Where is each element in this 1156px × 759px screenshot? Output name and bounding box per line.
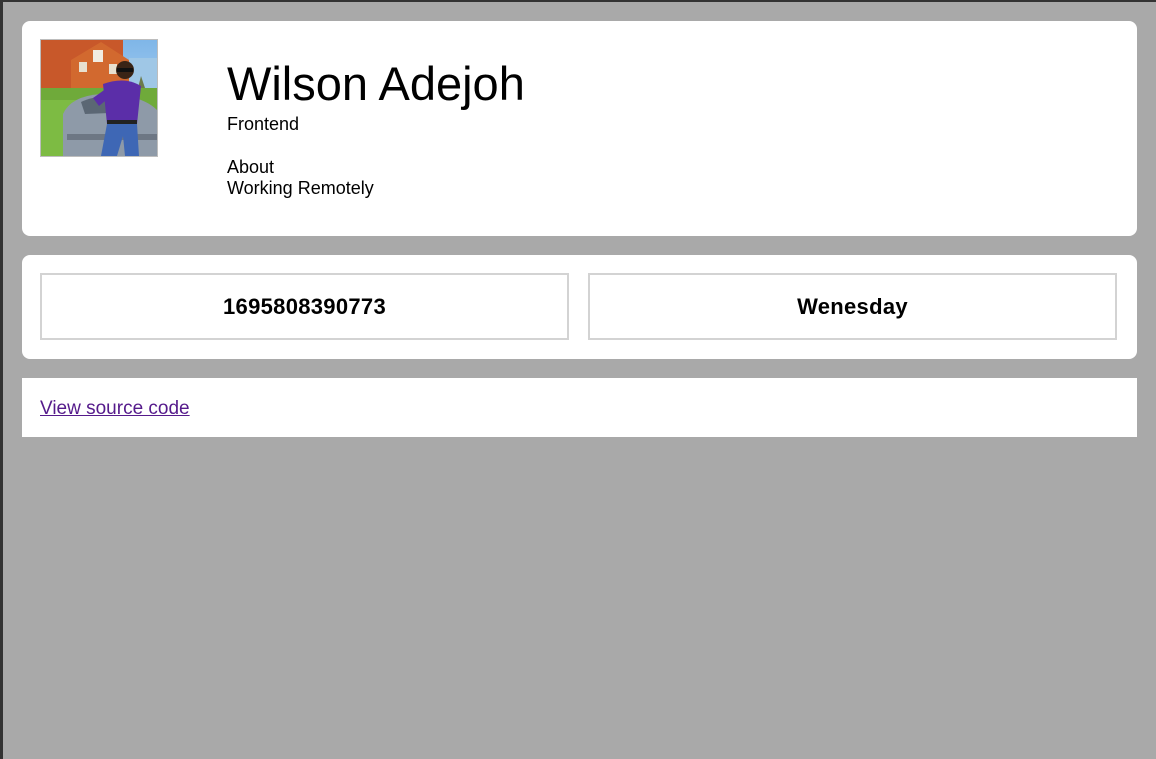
- current-time-box: 1695808390773: [40, 273, 569, 340]
- footer-card: View source code: [22, 378, 1137, 437]
- stats-card: 1695808390773 Wenesday: [22, 255, 1137, 359]
- profile-avatar: [40, 39, 158, 157]
- profile-name: Wilson Adejoh: [227, 57, 525, 110]
- profile-info: Wilson Adejoh Frontend About Working Rem…: [227, 56, 525, 199]
- about-text: Working Remotely: [227, 178, 374, 198]
- avatar-photo: [41, 40, 157, 156]
- current-day-box: Wenesday: [588, 273, 1117, 340]
- current-day-value: Wenesday: [797, 293, 908, 319]
- profile-role: Frontend: [227, 114, 300, 134]
- page-background: Wilson Adejoh Frontend About Working Rem…: [3, 2, 1156, 759]
- about-heading: About: [227, 157, 275, 177]
- profile-card: Wilson Adejoh Frontend About Working Rem…: [22, 21, 1137, 236]
- view-source-link[interactable]: View source code: [40, 398, 190, 420]
- current-time-value: 1695808390773: [223, 293, 386, 319]
